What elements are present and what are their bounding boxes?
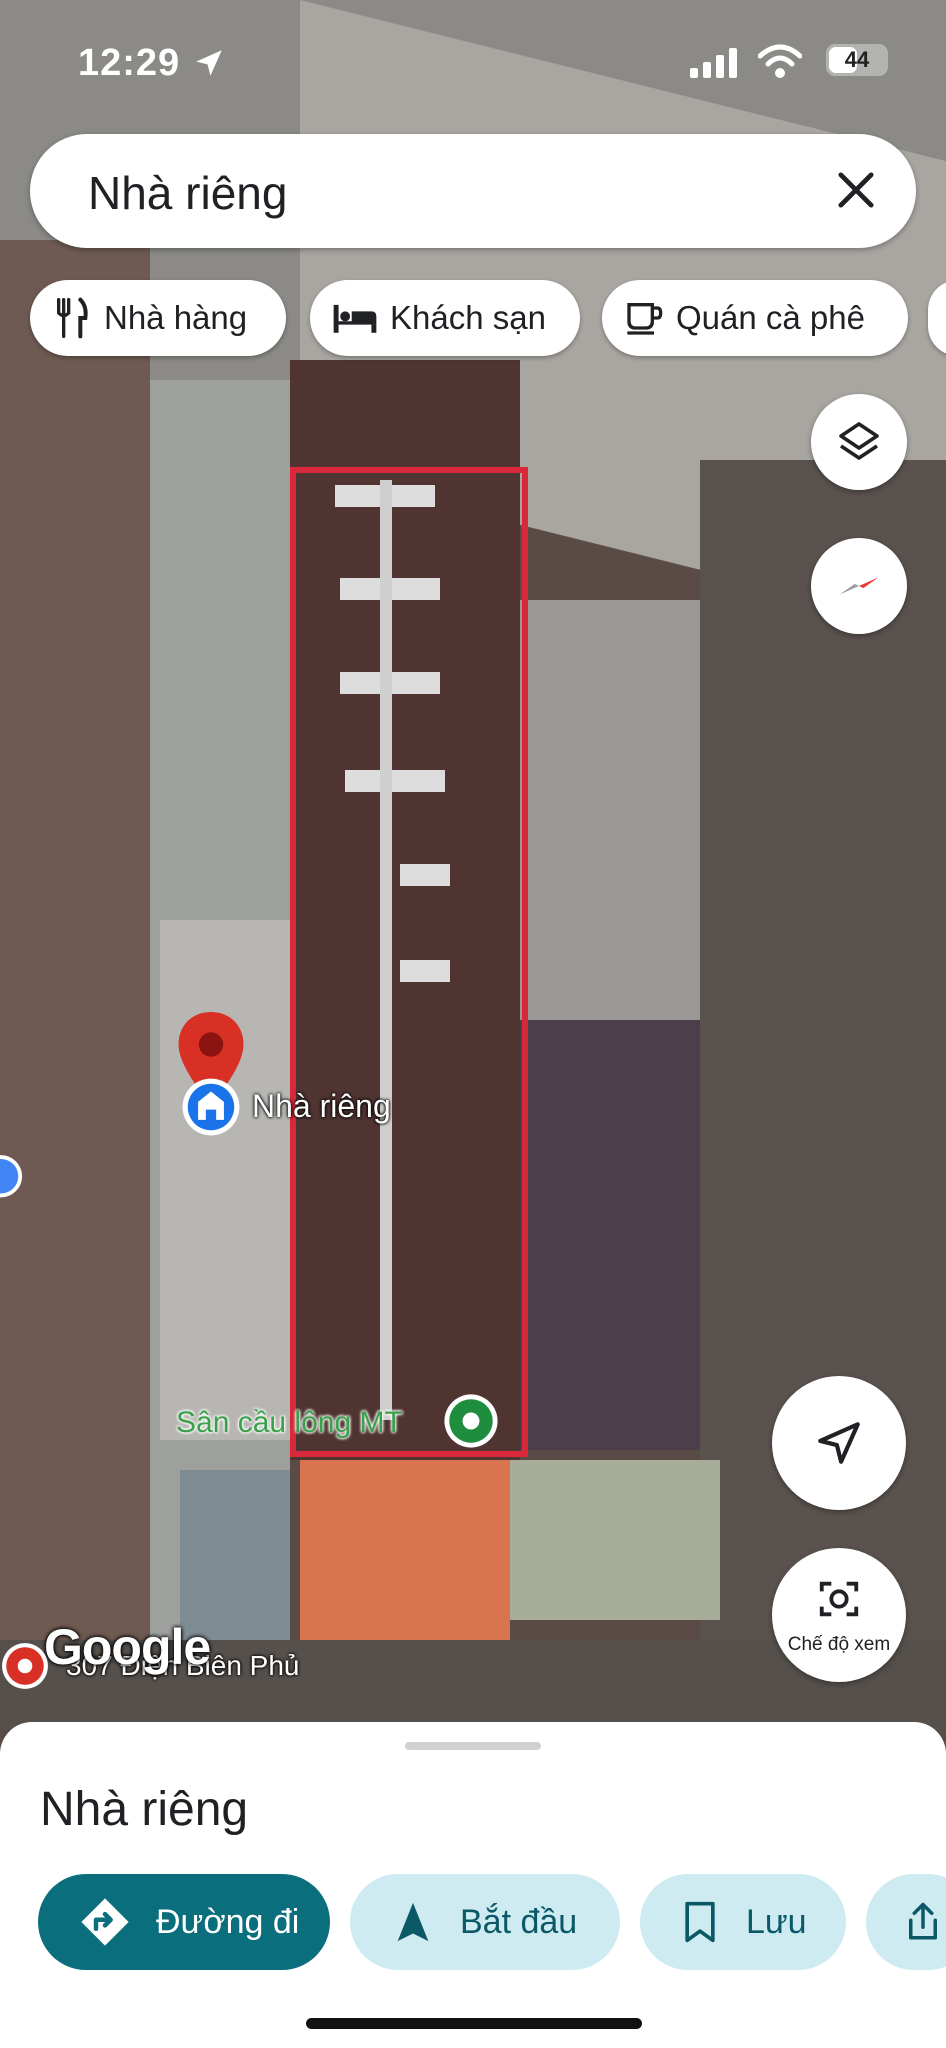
- battery-indicator: 44: [826, 44, 888, 76]
- google-logo: Google: [44, 1619, 211, 1675]
- chip-label: Nhà hàng: [104, 299, 248, 336]
- directions-icon: [81, 1898, 129, 1946]
- drag-handle[interactable]: [405, 1742, 541, 1750]
- clock: 12:29: [78, 42, 181, 84]
- directions-label: Đường đi: [156, 1902, 300, 1941]
- compass-icon: [839, 577, 879, 595]
- restaurant-icon: [57, 297, 88, 339]
- my-location-button[interactable]: [772, 1376, 906, 1510]
- search-bar[interactable]: Nhà riêng: [30, 134, 916, 248]
- chip-label: Khách sạn: [390, 299, 546, 336]
- cellular-signal-icon: [690, 48, 737, 78]
- highlight-box: [290, 467, 528, 1457]
- close-icon[interactable]: [830, 164, 882, 216]
- share-button[interactable]: [866, 1874, 946, 1970]
- chip-label: Quán cà phê: [676, 299, 865, 336]
- place-bottom-sheet[interactable]: Nhà riêng Đường đi Bắt đầu Lưu: [0, 1722, 946, 2048]
- status-bar: 12:29 44: [0, 0, 946, 120]
- side-marker-icon[interactable]: [0, 1152, 24, 1212]
- address-marker-icon[interactable]: [0, 1640, 50, 1692]
- save-button[interactable]: Lưu: [640, 1874, 846, 1970]
- home-place-icon[interactable]: [180, 1076, 242, 1138]
- hotel-icon: [333, 304, 377, 333]
- search-query[interactable]: Nhà riêng: [88, 166, 287, 220]
- view-mode-label: Chế độ xem: [787, 1634, 891, 1655]
- chip-hotels[interactable]: Khách sạn: [310, 280, 580, 356]
- location-arrow-icon: [196, 50, 222, 76]
- poi-label[interactable]: Sân cầu lông MT: [176, 1406, 403, 1440]
- battery-level: 44: [844, 47, 870, 72]
- layers-icon: [839, 422, 879, 460]
- layers-button[interactable]: [811, 394, 907, 490]
- pin-label[interactable]: Nhà riêng: [252, 1088, 391, 1125]
- lens-camera-icon: [819, 1581, 859, 1617]
- directions-button[interactable]: Đường đi: [38, 1874, 330, 1970]
- save-label: Lưu: [746, 1902, 807, 1941]
- start-label: Bắt đầu: [460, 1902, 578, 1941]
- chip-cafes[interactable]: Quán cà phê: [602, 280, 908, 356]
- share-icon: [909, 1902, 937, 1940]
- view-mode-button[interactable]: Chế độ xem: [772, 1548, 906, 1682]
- poi-marker-icon[interactable]: [442, 1392, 500, 1450]
- wifi-icon: [758, 44, 802, 78]
- navigation-arrow-icon: [397, 1902, 429, 1942]
- compass-button[interactable]: [811, 538, 907, 634]
- bookmark-icon: [685, 1901, 715, 1943]
- start-button[interactable]: Bắt đầu: [350, 1874, 620, 1970]
- chip-restaurants[interactable]: Nhà hàng: [30, 280, 286, 356]
- navigation-arrow-icon: [818, 1422, 860, 1464]
- place-title: Nhà riêng: [40, 1783, 249, 1836]
- coffee-icon: [627, 303, 663, 335]
- home-indicator[interactable]: [306, 2018, 642, 2029]
